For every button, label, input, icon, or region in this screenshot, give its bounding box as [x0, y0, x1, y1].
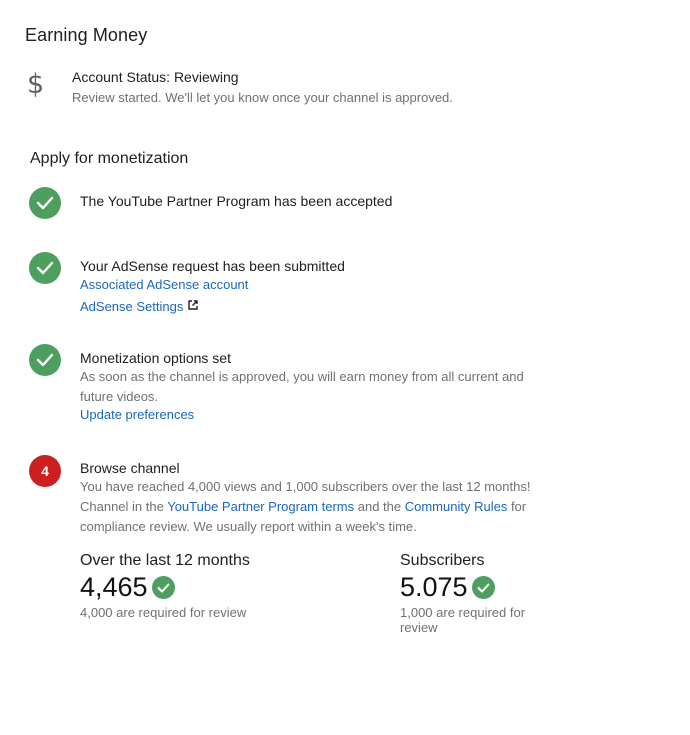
views-stat-label: Over the last 12 months: [80, 552, 250, 569]
partner-program-terms-link[interactable]: YouTube Partner Program terms: [167, 499, 354, 514]
step-adsense-title: Your AdSense request has been submitted: [80, 258, 345, 274]
line2-mid: and the: [354, 499, 405, 514]
community-rules-link[interactable]: Community Rules: [405, 499, 508, 514]
step-partner-program-title: The YouTube Partner Program has been acc…: [80, 193, 393, 209]
section-heading: Apply for monetization: [30, 150, 189, 167]
step-browse-description-line3: compliance review. We usually report wit…: [80, 519, 417, 534]
step-browse-description-line1: You have reached 4,000 views and 1,000 s…: [80, 479, 531, 494]
check-circle-icon: [151, 576, 175, 599]
check-circle-icon: [471, 576, 495, 599]
step-monetization-description-line2: future videos.: [80, 389, 159, 404]
step-monetization-options-title: Monetization options set: [80, 350, 231, 366]
subscribers-requirement-line1: 1,000 are required for: [400, 605, 526, 620]
subscribers-requirement-line2: review: [400, 620, 438, 635]
line2-prefix: Channel in the: [80, 499, 168, 514]
account-status: Account Status: Reviewing: [72, 69, 239, 85]
subscribers-stat-label: Subscribers: [400, 552, 485, 569]
subscribers-stat-value-row: 5.075: [400, 572, 495, 603]
views-stat-value-row: 4,465: [80, 572, 175, 603]
page-title: Earning Money: [25, 25, 148, 45]
adsense-settings-link[interactable]: AdSense Settings: [80, 299, 183, 314]
dollar-icon: $: [27, 69, 45, 100]
step-browse-channel-title: Browse channel: [80, 460, 180, 476]
check-circle-icon: [29, 344, 61, 376]
step-browse-description-line2: Channel in the YouTube Partner Program t…: [80, 497, 526, 517]
check-circle-icon: [29, 187, 61, 219]
step-monetization-description-line1: As soon as the channel is approved, you …: [80, 369, 524, 384]
subscribers-stat-value: 5.075: [400, 572, 468, 602]
update-preferences-link[interactable]: Update preferences: [80, 407, 194, 422]
external-link-icon[interactable]: [188, 297, 199, 315]
views-stat-value: 4,465: [80, 572, 148, 602]
associated-adsense-link[interactable]: Associated AdSense account: [80, 277, 248, 292]
check-circle-icon: [29, 252, 61, 284]
account-status-description: Review started. We'll let you know once …: [72, 90, 453, 105]
step-number-badge: 4: [29, 455, 61, 487]
views-requirement: 4,000 are required for review: [80, 605, 247, 620]
line2-suffix: for: [507, 499, 527, 514]
adsense-settings-row: AdSense Settings: [80, 297, 199, 315]
